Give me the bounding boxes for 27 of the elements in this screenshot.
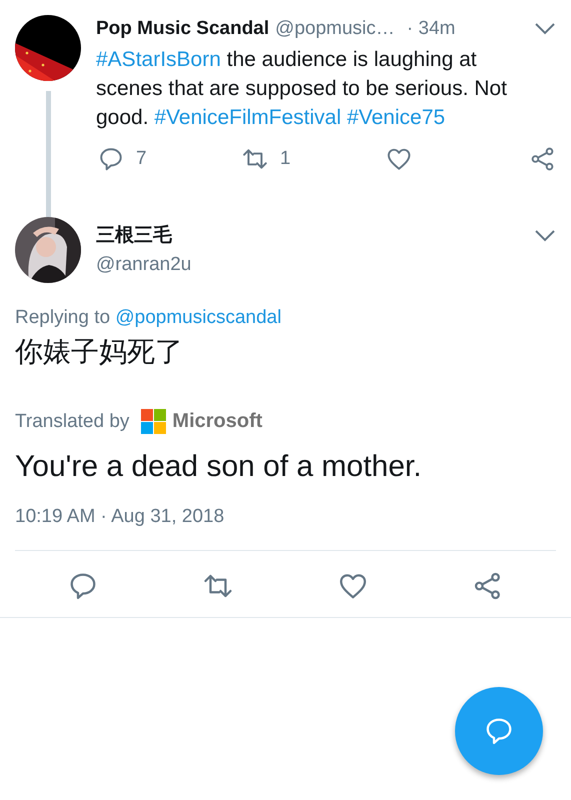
heart-icon[interactable] [386, 146, 412, 172]
hashtag-link[interactable]: #AStarIsBorn [96, 48, 221, 71]
reply-icon [484, 716, 514, 746]
hashtag-link[interactable]: #Venice75 [346, 106, 446, 129]
replying-to-text: Replying to @popmusicscandal [15, 307, 282, 329]
mention-link[interactable]: @popmusicscandal [115, 307, 282, 328]
translated-by-label: Translated by [15, 410, 130, 432]
translator-name: Microsoft [172, 410, 262, 433]
translated-text: You're a dead son of a mother. [15, 450, 423, 484]
reply-icon[interactable] [68, 571, 98, 601]
author-name: 三根三毛 [96, 224, 173, 248]
share-icon[interactable] [530, 146, 556, 172]
action-count: 1 [280, 148, 291, 170]
chevron-down-icon[interactable] [534, 22, 556, 36]
tweet-text: 你婊子妈死了 [15, 334, 184, 370]
author-handle: @popmusic… [275, 18, 395, 40]
tweet-time: · 34m [406, 18, 456, 40]
action-count: 7 [136, 148, 147, 170]
chevron-down-icon[interactable] [534, 229, 556, 243]
tweet-text: #AStarIsBorn the audience is laughing at scenes that are supposed to be serious. Not good. #VeniceFilmFestival #Venice75 [96, 47, 508, 131]
hashtag-link[interactable]: #VeniceFilmFestival [154, 106, 342, 129]
compose-reply-button[interactable] [455, 687, 543, 775]
reply-icon[interactable] [98, 146, 124, 172]
microsoft-logo-icon [141, 409, 166, 434]
tweet-timestamp: 10:19 AM · Aug 31, 2018 [15, 506, 226, 528]
author-handle: @ranran2u [96, 254, 192, 276]
author-name: Pop Music Scandal [96, 18, 270, 40]
